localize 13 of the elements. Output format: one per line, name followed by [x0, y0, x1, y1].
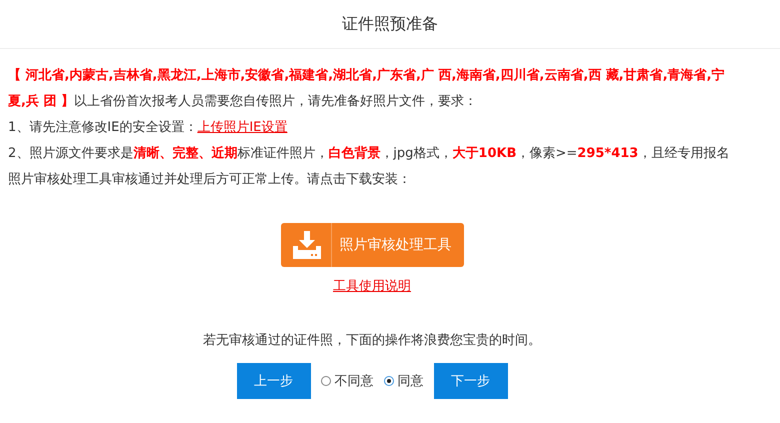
download-button[interactable]: 照片审核处理工具 — [280, 223, 464, 267]
warning-text: 若无审核通过的证件照，下面的操作将浪费您宝贵的时间。 — [203, 332, 541, 349]
page-title: 证件照预准备 — [342, 14, 438, 34]
step-text: 2、照片源文件要求是清晰、完整、近期标准证件照片，白色背景，jpg格式，大于10KB，像素>=295*413，且经专用报名照片审核处理工具审核通过并处理后方可正常上传。请点击下载安装： — [8, 144, 730, 189]
intro-text: 【 河北省,内蒙古,吉林省,黑龙江,上海市,安徽省,福建省,湖北省,广东省,广 西,海南省,四川省,云南省,西 藏,甘肃省,青海省,宁夏,兵 团 】以上省份首次报考人员需要您自传照片，请先准备好照片文件，要求： — [8, 66, 726, 111]
download-icon — [292, 231, 320, 259]
help-link[interactable]: 工具使用说明 — [333, 277, 411, 295]
radio-option[interactable]: 同意 — [384, 372, 424, 390]
ie-settings-link[interactable]: 上传照片IE设置 — [197, 120, 288, 135]
radio-option[interactable]: 不同意 — [320, 372, 374, 390]
prev-button[interactable]: 上一步 — [236, 363, 310, 399]
step-text: 1、请先注意修改IE的安全设置：上传照片IE设置 — [8, 119, 288, 137]
next-button[interactable]: 下一步 — [434, 363, 508, 399]
